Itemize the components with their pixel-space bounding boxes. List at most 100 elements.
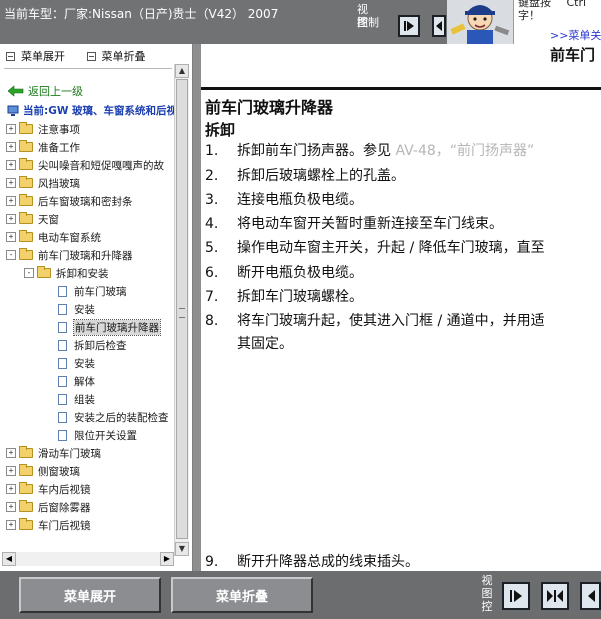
tree-item[interactable]: + 注意事项 bbox=[6, 120, 80, 138]
tree-item-label: 前车门玻璃 bbox=[74, 285, 127, 298]
expand-toggle-icon[interactable]: + bbox=[6, 214, 16, 224]
section-heading: 拆卸 bbox=[205, 121, 236, 139]
expand-toggle-icon[interactable]: + bbox=[6, 502, 16, 512]
folder-icon bbox=[19, 464, 33, 476]
menu-expand-button[interactable]: 菜单展开 bbox=[19, 577, 161, 613]
view-toggle-button[interactable] bbox=[432, 15, 446, 37]
menu-collapse-small-button[interactable]: 菜单折叠 bbox=[86, 48, 146, 64]
folder-icon bbox=[19, 482, 33, 494]
folder-icon bbox=[19, 176, 33, 188]
step-4: 4. 将电动车窗开关暂时重新连接至车门线束。 bbox=[205, 216, 503, 232]
tree-item[interactable]: + 尖叫噪音和短促嘎嘎声的故 bbox=[6, 156, 164, 174]
document-icon bbox=[58, 357, 67, 369]
tree-item-label: 后车窗玻璃和密封条 bbox=[38, 195, 133, 208]
tree-item[interactable]: + 电动车窗系统 bbox=[6, 228, 101, 246]
bottom-toolbar: 菜单展开 菜单折叠 视图控 bbox=[0, 571, 601, 619]
tree-item-label: 注意事项 bbox=[38, 123, 80, 136]
expand-toggle-icon[interactable]: + bbox=[6, 178, 16, 188]
expand-toggle-icon[interactable]: + bbox=[6, 484, 16, 494]
tip-text-2: 字！ bbox=[518, 9, 540, 22]
step-7: 7. 拆卸车门玻璃螺栓。 bbox=[205, 289, 363, 305]
folder-icon bbox=[19, 446, 33, 458]
top-header: 当前车型：厂家:Nissan（日产)贵士（V42） 2007 视图 控制 键盘按… bbox=[0, 0, 601, 44]
tree-item[interactable]: + 滑动车门玻璃 bbox=[6, 444, 101, 462]
navigation-panel: 菜单展开 菜单折叠 返回上一级 当前:GW 玻璃、车窗系统和后视镜 + 注意事项 +… bbox=[0, 44, 193, 571]
menu-close-link[interactable]: >>菜单关 bbox=[550, 27, 601, 43]
step-1: 1. 拆卸前车门扬声器。参见 AV-48，“前门扬声器” bbox=[205, 143, 535, 159]
expand-toggle-icon[interactable]: + bbox=[6, 160, 16, 170]
tree-item-label: 后窗除雾器 bbox=[38, 501, 91, 514]
tree-item[interactable]: 拆卸后检查 bbox=[58, 336, 127, 354]
expand-toggle-icon[interactable]: + bbox=[6, 232, 16, 242]
scroll-thumb[interactable] bbox=[176, 79, 188, 539]
expand-toggle-icon[interactable]: + bbox=[6, 466, 16, 476]
scroll-down-arrow-icon[interactable]: ▼ bbox=[175, 542, 189, 556]
collapse-box-icon bbox=[86, 51, 96, 61]
tree-item-label: 拆卸后检查 bbox=[74, 339, 127, 352]
tree-item[interactable]: + 天窗 bbox=[6, 210, 59, 228]
folder-icon bbox=[19, 500, 33, 512]
expand-toggle-icon[interactable]: + bbox=[6, 142, 16, 152]
tree-item[interactable]: 安装之后的装配检查 bbox=[58, 408, 169, 426]
split-view-button[interactable] bbox=[541, 582, 569, 610]
tree-item[interactable]: + 车内后视镜 bbox=[6, 480, 91, 498]
folder-icon bbox=[19, 140, 33, 152]
collapse-toggle-icon[interactable]: - bbox=[6, 250, 16, 260]
scroll-up-arrow-icon[interactable]: ▲ bbox=[175, 64, 189, 78]
tree-item[interactable]: - 拆卸和安装 bbox=[24, 264, 109, 282]
folder-icon bbox=[19, 248, 33, 260]
speaker-reference-link[interactable]: AV-48，“前门扬声器” bbox=[395, 143, 534, 159]
document-icon bbox=[58, 411, 67, 423]
collapse-toggle-icon[interactable]: - bbox=[24, 268, 34, 278]
horizontal-scrollbar[interactable]: ◀ ▶ bbox=[2, 552, 174, 566]
tree-item-label: 车内后视镜 bbox=[38, 483, 91, 496]
menu-collapse-button[interactable]: 菜单折叠 bbox=[171, 577, 313, 613]
scroll-right-arrow-icon[interactable]: ▶ bbox=[160, 552, 174, 566]
menu-expand-small-button[interactable]: 菜单展开 bbox=[6, 48, 65, 64]
tree-item-label: 拆卸和安装 bbox=[56, 267, 109, 280]
arrow-right-icon bbox=[404, 21, 414, 31]
tree-item[interactable]: 限位开关设置 bbox=[58, 426, 137, 444]
tree-item[interactable]: + 侧窗玻璃 bbox=[6, 462, 80, 480]
current-location: 当前:GW 玻璃、车窗系统和后视镜 bbox=[7, 103, 193, 118]
header-rule bbox=[201, 87, 601, 90]
tree-item-label: 安装 bbox=[74, 357, 95, 370]
tree-item-label: 电动车窗系统 bbox=[38, 231, 101, 244]
tree-item-label: 天窗 bbox=[38, 213, 59, 226]
tree-item[interactable]: 安装 bbox=[58, 300, 95, 318]
expand-toggle-icon[interactable]: + bbox=[6, 124, 16, 134]
prev-page-button-bottom[interactable] bbox=[580, 582, 601, 610]
tree-item[interactable]: + 后车窗玻璃和密封条 bbox=[6, 192, 133, 210]
document-header-title: 前车门 bbox=[549, 46, 595, 64]
tree-item[interactable]: 前车门玻璃升降器 bbox=[58, 318, 161, 336]
back-link[interactable]: 返回上一级 bbox=[8, 83, 83, 99]
tree-item[interactable]: + 后窗除雾器 bbox=[6, 498, 91, 516]
vertical-scrollbar[interactable]: ▲ ▼ bbox=[174, 64, 189, 556]
document-icon bbox=[58, 375, 67, 387]
next-page-button-bottom[interactable] bbox=[502, 582, 530, 610]
folder-icon bbox=[37, 266, 51, 278]
expand-toggle-icon[interactable]: + bbox=[6, 448, 16, 458]
tree-item-label: 车门后视镜 bbox=[38, 519, 91, 532]
folder-icon bbox=[19, 194, 33, 206]
tree-item-label: 准备工作 bbox=[38, 141, 80, 154]
step-3: 3. 连接电瓶负极电缆。 bbox=[205, 192, 363, 208]
tree-item[interactable]: 解体 bbox=[58, 372, 95, 390]
tree-item-label: 解体 bbox=[74, 375, 95, 388]
expand-toggle-icon[interactable]: + bbox=[6, 196, 16, 206]
tree-item-label: 前车门玻璃升降器 bbox=[73, 318, 161, 336]
tree-item[interactable]: 组装 bbox=[58, 390, 95, 408]
tree-item[interactable]: 安装 bbox=[58, 354, 95, 372]
tree-item[interactable]: + 准备工作 bbox=[6, 138, 80, 156]
folder-icon bbox=[19, 230, 33, 242]
view-control-label-bottom: 视图控 bbox=[481, 574, 493, 613]
tree-item[interactable]: + 风挡玻璃 bbox=[6, 174, 80, 192]
expand-toggle-icon[interactable]: + bbox=[6, 520, 16, 530]
tree-item[interactable]: + 车门后视镜 bbox=[6, 516, 91, 534]
tree-item[interactable]: - 前车门玻璃和升降器 bbox=[6, 246, 133, 264]
next-page-button[interactable] bbox=[398, 15, 420, 37]
document-icon bbox=[58, 339, 67, 351]
scroll-left-arrow-icon[interactable]: ◀ bbox=[2, 552, 16, 566]
step-8: 8. 将车门玻璃升起，使其进入门框 / 通道中，并用适 bbox=[205, 313, 545, 329]
tree-item[interactable]: 前车门玻璃 bbox=[58, 282, 127, 300]
